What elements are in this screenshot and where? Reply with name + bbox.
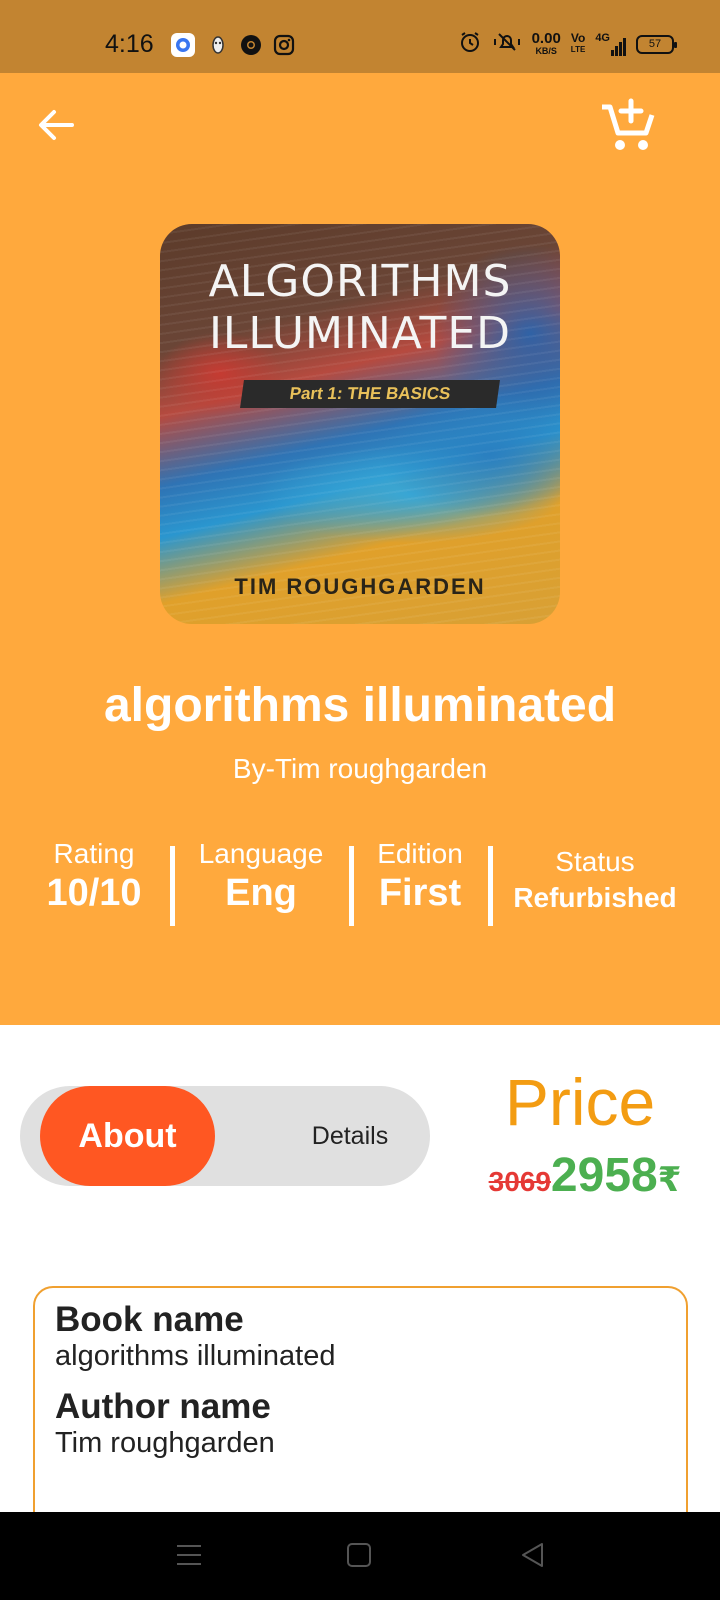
net-speed: 0.00 KB/S: [531, 30, 561, 56]
cover-title: ALGORITHMS ILLUMINATED: [208, 256, 512, 359]
signal-app-icon: [171, 33, 195, 57]
add-to-cart-button[interactable]: [598, 95, 660, 157]
book-title: algorithms illuminated: [103, 679, 617, 732]
back-triangle-icon: [522, 1543, 543, 1567]
book-detail-screen: 4:16 0.00 KB/S Vo LTE 4G 57 ALGORITHMS I…: [0, 0, 720, 1600]
instagram-icon: [272, 33, 296, 57]
stat-status: Status Refurbished: [513, 846, 677, 913]
mute-icon: [492, 30, 522, 59]
cover-author: TIM ROUGHGARDEN: [234, 574, 486, 599]
stat-divider: [170, 846, 175, 926]
alarm-icon: [458, 30, 482, 59]
signal-icon: 4G: [595, 32, 626, 56]
book-hero: ALGORITHMS ILLUMINATED Part 1: THE BASIC…: [0, 73, 720, 1025]
book-cover-image: ALGORITHMS ILLUMINATED Part 1: THE BASIC…: [160, 224, 560, 624]
menu-icon: [177, 1545, 201, 1565]
book-name-label: Book name: [55, 1300, 244, 1339]
book-author: By-Tim roughgarden: [232, 753, 488, 784]
home-button[interactable]: [344, 1540, 374, 1570]
price-label: Price: [504, 1065, 656, 1139]
cover-subtitle: Part 1: THE BASICS: [240, 380, 500, 408]
back-button[interactable]: [34, 103, 78, 147]
tab-about[interactable]: About: [40, 1086, 215, 1186]
chrome-icon: [239, 33, 263, 57]
book-stats: Rating 10/10 Language Eng Edition First …: [0, 838, 720, 928]
volte-indicator: Vo LTE: [570, 31, 586, 54]
stat-rating: Rating 10/10: [46, 838, 142, 914]
book-name-value: algorithms illuminated: [55, 1340, 336, 1372]
home-icon: [347, 1543, 371, 1567]
about-details-toggle: About Details: [20, 1086, 430, 1186]
arrow-left-icon: [39, 110, 74, 140]
vpn-icon: [206, 33, 230, 57]
system-nav-bar: [0, 1512, 720, 1600]
status-time: 4:16: [105, 30, 154, 58]
price-discounted: 2958: [550, 1149, 658, 1202]
tab-details[interactable]: Details: [270, 1086, 430, 1186]
author-name-label: Author name: [55, 1387, 271, 1426]
book-info-card: Book name algorithms illuminated Author …: [33, 1286, 688, 1546]
add-to-cart-icon: [602, 98, 655, 150]
status-right-group: 0.00 KB/S Vo LTE 4G 57: [458, 28, 677, 60]
price-row: 3069 2958 ₹: [480, 1148, 690, 1203]
menu-button[interactable]: [174, 1540, 204, 1570]
battery-indicator: 57: [636, 34, 677, 54]
currency-symbol: ₹: [657, 1161, 682, 1199]
author-name-value: Tim roughgarden: [55, 1427, 275, 1459]
back-nav-button[interactable]: [518, 1540, 548, 1570]
stat-divider: [349, 846, 354, 926]
stat-edition: Edition First: [377, 838, 463, 914]
stat-divider: [488, 846, 493, 926]
stat-language: Language Eng: [198, 838, 324, 914]
price-original: 3069: [488, 1166, 551, 1197]
status-bar: 4:16 0.00 KB/S Vo LTE 4G 57: [0, 0, 720, 73]
